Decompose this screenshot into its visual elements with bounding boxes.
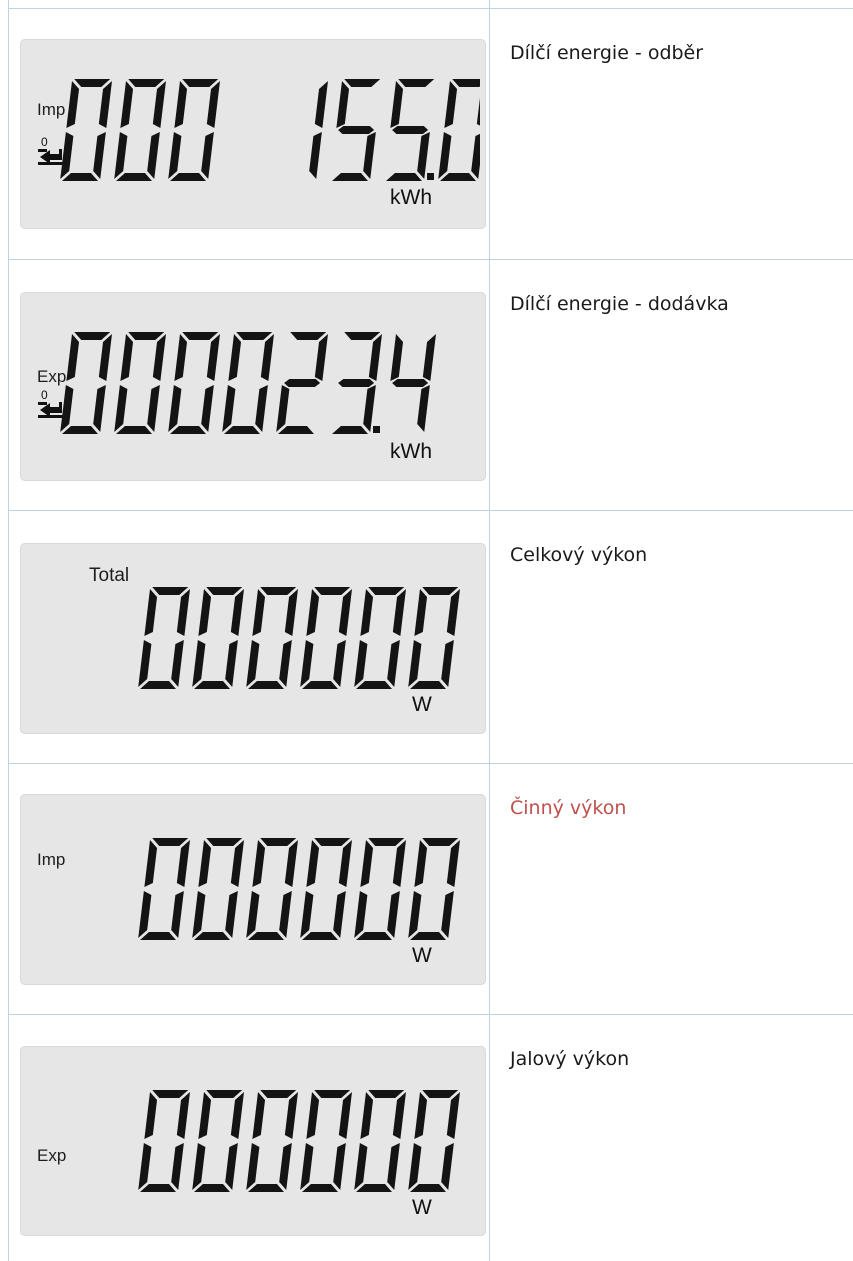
- row-description: Dílčí energie - odběr: [510, 42, 704, 64]
- lcd-digit: [246, 587, 298, 689]
- mode-label: Total: [89, 565, 130, 586]
- mode-label: Imp: [37, 850, 66, 869]
- reset-zero-label: 0: [41, 388, 48, 402]
- table-row: Total W Celkový výkon: [8, 510, 853, 763]
- lcd-digit: [354, 838, 407, 940]
- lcd-digit: [192, 1090, 244, 1192]
- table-row: Imp 0 kWh Dílčí energie - odběr: [8, 8, 853, 259]
- lcd-digit: [192, 587, 244, 689]
- decimal-point: [427, 173, 434, 180]
- digit-readout: [60, 79, 480, 181]
- lcd-digit: [138, 838, 190, 940]
- digit-readout: [138, 587, 460, 689]
- unit-label: W: [412, 693, 432, 716]
- row-description: Celkový výkon: [510, 544, 648, 566]
- lcd-digit: [408, 587, 460, 689]
- lcd-digit: [309, 81, 329, 179]
- lcd-display: Imp 0 kWh: [20, 39, 486, 229]
- lcd-digit: [222, 332, 275, 434]
- row-description: Činný výkon: [510, 797, 627, 819]
- lcd-display: Total W: [20, 543, 486, 734]
- lcd-digit: [192, 838, 244, 940]
- table-row: Exp 0 kWh Dílčí energie - dodávka: [8, 259, 853, 510]
- lcd-digit: [300, 838, 353, 940]
- lcd-digit: [354, 1090, 407, 1192]
- row-description: Dílčí energie - dodávka: [510, 293, 729, 315]
- lcd-digit: [354, 587, 407, 689]
- digit-readout: [138, 1090, 460, 1192]
- lcd-display: Imp W: [20, 794, 486, 985]
- lcd-digit: [138, 587, 190, 689]
- decimal-point: [373, 426, 380, 433]
- lcd-digit: [276, 332, 329, 434]
- lcd-digit: [60, 332, 112, 434]
- unit-label: kWh: [390, 186, 432, 209]
- lcd-digit: [138, 1090, 190, 1192]
- lcd-digit: [246, 838, 298, 940]
- reset-zero-label: 0: [41, 135, 48, 149]
- lcd-display: Exp 0 kWh: [20, 292, 486, 481]
- digit-readout: [138, 838, 460, 940]
- lcd-digit: [246, 1090, 298, 1192]
- unit-label: W: [412, 1196, 432, 1219]
- unit-label: kWh: [390, 440, 432, 463]
- lcd-digit: [408, 838, 460, 940]
- digit-readout: [60, 332, 436, 434]
- lcd-digit: [331, 79, 381, 181]
- lcd-digit: [331, 332, 382, 434]
- lcd-digit: [438, 79, 480, 181]
- unit-label: W: [412, 944, 432, 967]
- lcd-digit: [390, 334, 436, 432]
- lcd-digit: [168, 332, 220, 434]
- lcd-digit: [408, 1090, 460, 1192]
- lcd-digit: [300, 1090, 353, 1192]
- mode-label: Exp: [37, 1146, 67, 1165]
- row-description: Jalový výkon: [510, 1048, 630, 1070]
- lcd-digit: [114, 79, 166, 181]
- table-row: Exp W Jalový výkon: [8, 1014, 853, 1261]
- lcd-digit: [60, 79, 112, 181]
- lcd-digit: [385, 79, 435, 181]
- lcd-digit: [300, 587, 353, 689]
- lcd-digit: [168, 79, 220, 181]
- lcd-digit: [114, 332, 166, 434]
- table-row: Imp W Činný výkon: [8, 763, 853, 1014]
- lcd-display: Exp W: [20, 1046, 486, 1236]
